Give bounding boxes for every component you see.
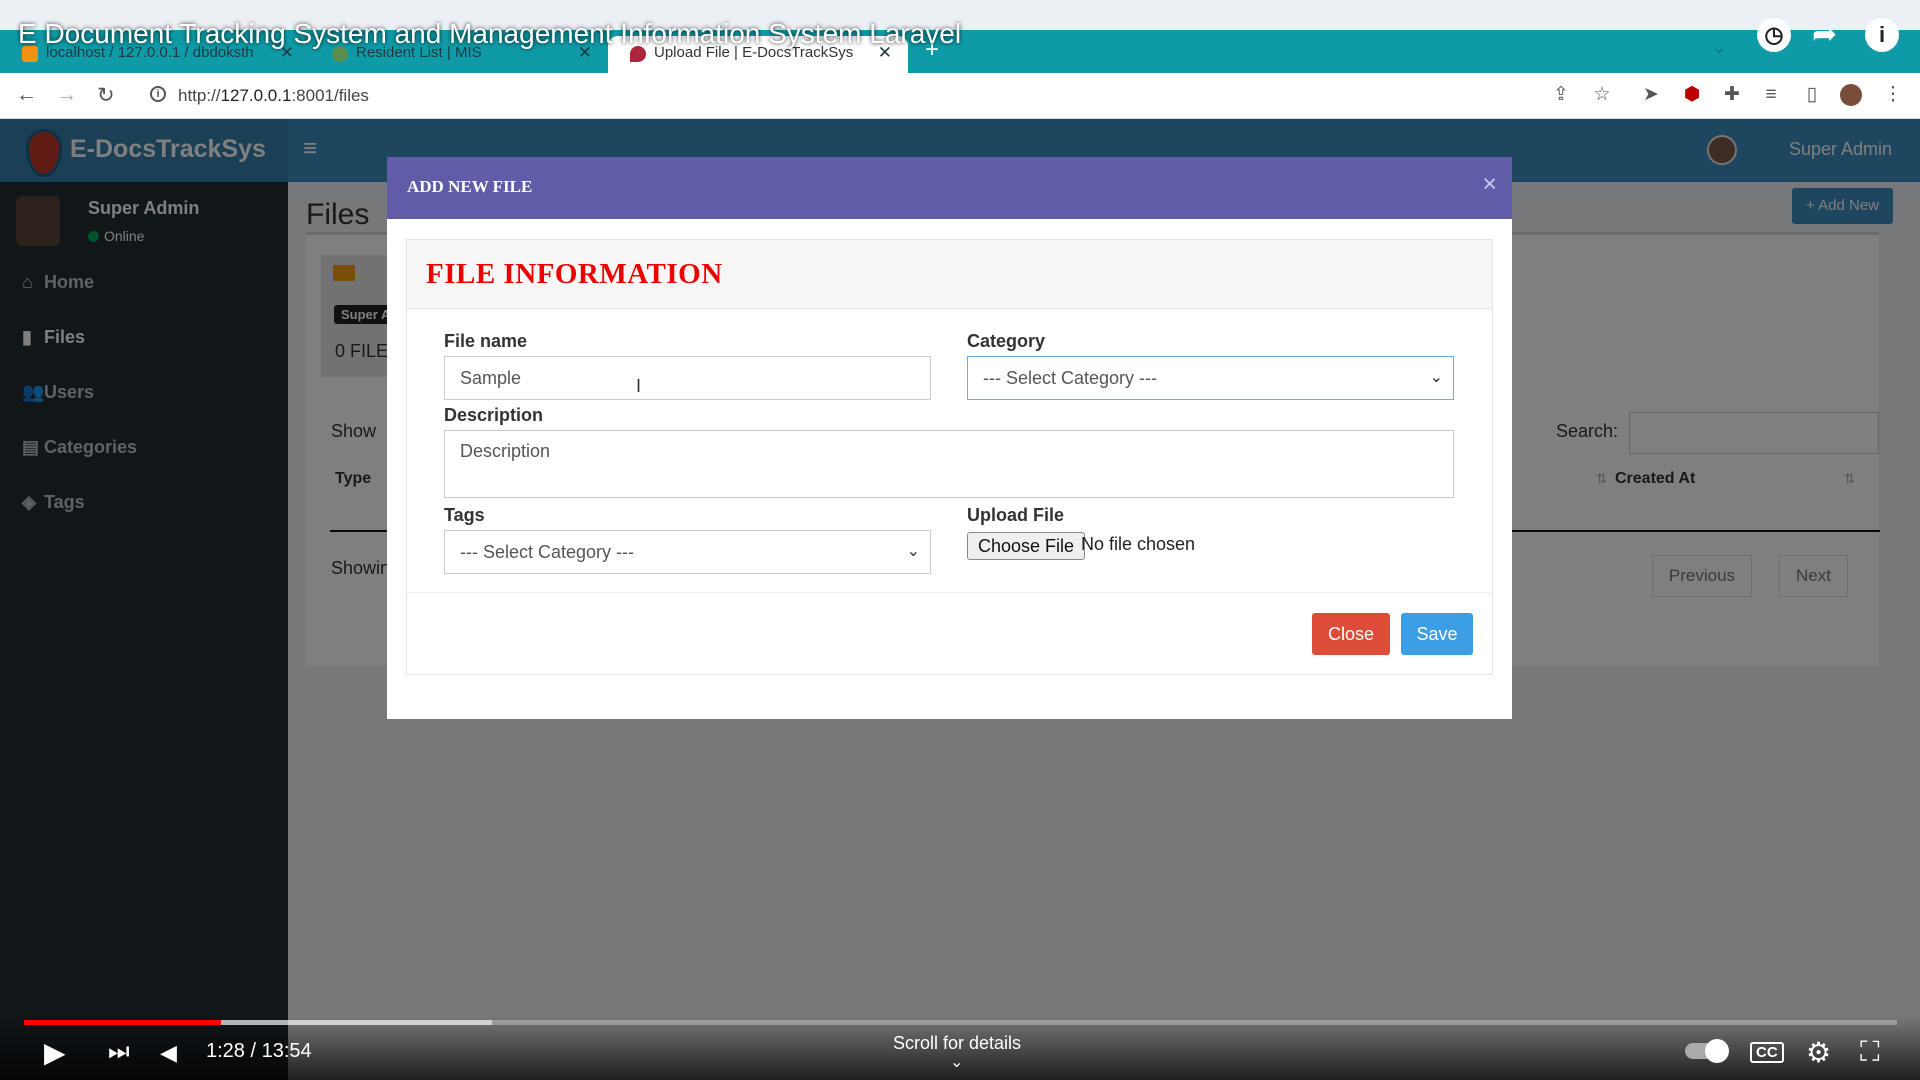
panel-footer-divider	[407, 592, 1492, 593]
modal-close-icon[interactable]: ×	[1482, 172, 1497, 197]
category-selected-value: --- Select Category ---	[983, 368, 1158, 388]
url-field[interactable]: http://127.0.0.1:8001/files	[178, 86, 369, 106]
captions-icon[interactable]: CC	[1750, 1042, 1784, 1063]
text-cursor-icon: I	[636, 376, 642, 396]
chevron-down-icon[interactable]: ⌄	[950, 1052, 963, 1072]
volume-icon[interactable]: ◀	[160, 1040, 177, 1066]
url-scheme: http://	[178, 86, 221, 105]
back-arrow-icon[interactable]: ←	[16, 83, 37, 107]
chevron-down-icon: ⌄	[1429, 369, 1443, 386]
category-select[interactable]: --- Select Category --- ⌄	[967, 356, 1454, 400]
share-icon[interactable]: ⇪	[1550, 84, 1572, 106]
address-bar-row: ← → ↻ i http://127.0.0.1:8001/files ⇪ ☆ …	[0, 73, 1920, 119]
panel-title: FILE INFORMATION	[426, 258, 723, 290]
scroll-for-details[interactable]: Scroll for details	[893, 1033, 1021, 1054]
tags-label: Tags	[444, 505, 485, 525]
settings-gear-icon[interactable]: ⚙	[1806, 1036, 1831, 1069]
panel-header: FILE INFORMATION	[407, 240, 1492, 309]
tab-search-chevron-icon[interactable]: ⌄	[1712, 38, 1726, 58]
tags-select[interactable]: --- Select Category --- ⌄	[444, 530, 931, 574]
play-icon[interactable]: ▶	[44, 1036, 66, 1069]
description-textarea[interactable]: Description	[444, 430, 1454, 498]
url-path: :8001/files	[291, 86, 369, 105]
media-queue-icon[interactable]: ≡	[1760, 84, 1782, 106]
choose-file-button[interactable]: Choose File	[967, 532, 1086, 560]
chevron-down-icon: ⌄	[906, 543, 920, 560]
share-arrow-icon[interactable]: ➦	[1812, 18, 1837, 52]
progress-played	[24, 1020, 221, 1025]
site-info-icon[interactable]: i	[150, 86, 166, 102]
modal-header: ADD NEW FILE ×	[387, 157, 1512, 219]
info-icon[interactable]: i	[1865, 18, 1899, 52]
extensions-puzzle-icon[interactable]: ✚	[1721, 84, 1743, 106]
video-time: 1:28 / 13:54	[206, 1040, 312, 1062]
ublock-icon[interactable]: ⬢	[1681, 84, 1703, 106]
upload-file-label: Upload File	[967, 505, 1065, 525]
forward-arrow-icon[interactable]: →	[56, 83, 77, 107]
bookmark-star-icon[interactable]: ☆	[1591, 84, 1613, 106]
file-name-label: File name	[444, 331, 528, 351]
exit-fullscreen-icon[interactable]: ⛶	[1860, 1036, 1880, 1069]
autoplay-toggle-icon[interactable]	[1685, 1039, 1729, 1063]
category-label: Category	[967, 331, 1046, 351]
file-info-panel: FILE INFORMATION File name Sample Catego…	[406, 239, 1493, 675]
save-button[interactable]: Save	[1401, 613, 1473, 655]
no-file-chosen-text: No file chosen	[1081, 534, 1196, 554]
tags-selected-value: --- Select Category ---	[460, 542, 635, 562]
next-video-icon[interactable]: ⏭	[108, 1038, 130, 1066]
watch-later-icon[interactable]: ◷	[1757, 18, 1791, 52]
reload-icon[interactable]: ↻	[97, 83, 115, 108]
add-file-modal: ADD NEW FILE × FILE INFORMATION File nam…	[387, 157, 1512, 719]
video-title[interactable]: E Document Tracking System and Managemen…	[18, 18, 961, 50]
close-button[interactable]: Close	[1312, 613, 1390, 655]
side-panel-icon[interactable]: ▯	[1801, 84, 1823, 106]
url-host: 127.0.0.1	[220, 86, 292, 105]
description-label: Description	[444, 405, 544, 425]
modal-title: ADD NEW FILE	[407, 177, 533, 196]
browser-menu-icon[interactable]: ⋮	[1882, 84, 1904, 106]
cursor-extension-icon[interactable]: ➤	[1640, 84, 1662, 106]
file-name-input[interactable]: Sample	[444, 356, 931, 400]
profile-avatar-icon[interactable]	[1840, 84, 1862, 106]
